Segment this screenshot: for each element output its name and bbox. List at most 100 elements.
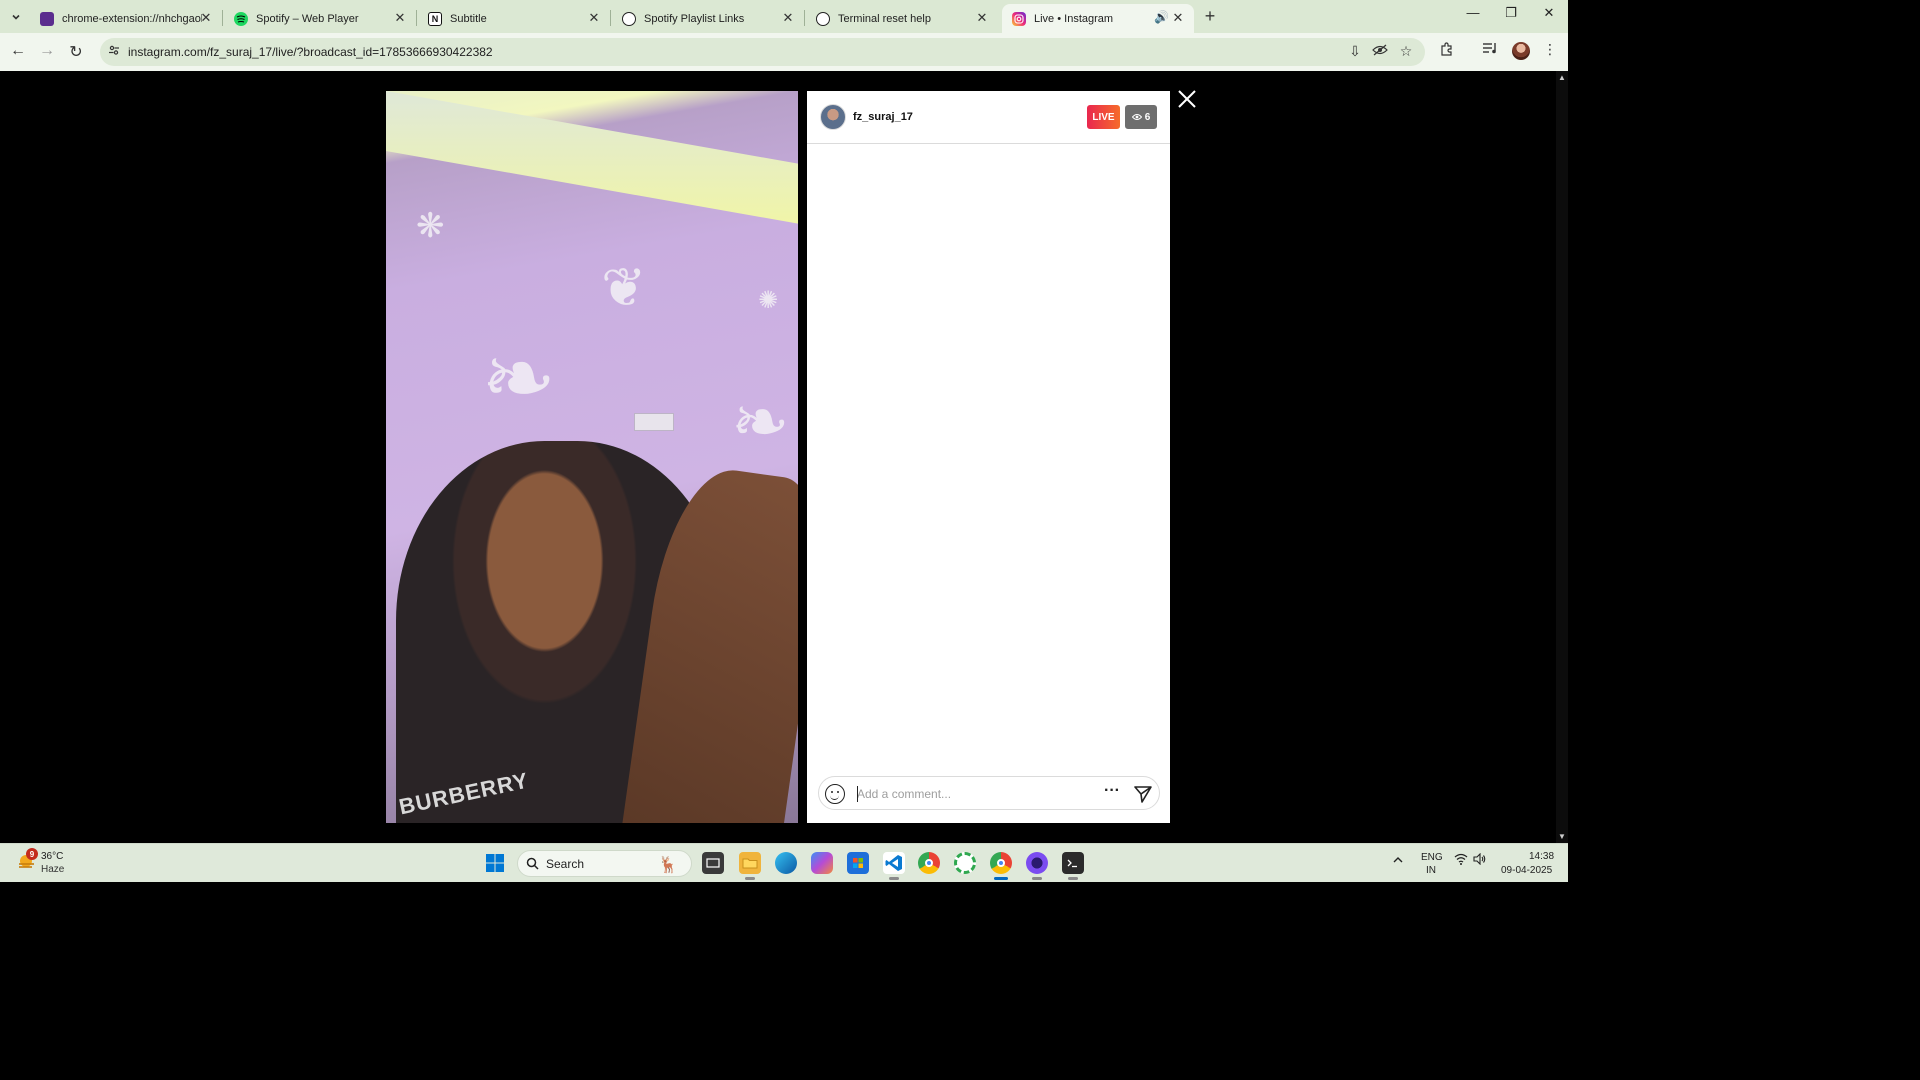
tab-strip: chrome-extension://nhchgaollc ✕ Spotify … xyxy=(0,0,1568,33)
chatgpt-icon xyxy=(816,11,830,26)
browser-toolbar: ← → ↻ instagram.com/fz_suraj_17/live/?br… xyxy=(0,33,1568,71)
task-view-icon[interactable] xyxy=(702,852,724,874)
search-highlight-icon: 🦌 xyxy=(658,857,678,874)
spotify-icon xyxy=(234,11,248,26)
scroll-down-icon[interactable]: ▼ xyxy=(1558,832,1566,841)
weather-notification-badge: 9 xyxy=(26,848,38,860)
tab-title: Spotify – Web Player xyxy=(256,12,359,25)
media-controls-icon[interactable] xyxy=(1480,41,1500,58)
tab-close-icon[interactable]: ✕ xyxy=(1170,10,1186,26)
chrome-icon[interactable] xyxy=(918,852,940,874)
tab-spotify-playlist-links[interactable]: Spotify Playlist Links ✕ xyxy=(612,4,804,33)
site-settings-icon[interactable] xyxy=(106,44,122,60)
taskbar-search[interactable]: Search 🦌 xyxy=(517,850,692,877)
tab-separator xyxy=(804,10,805,26)
reload-button[interactable]: ↻ xyxy=(66,42,86,62)
tab-close-icon[interactable]: ✕ xyxy=(780,10,796,26)
tab-close-icon[interactable]: ✕ xyxy=(974,10,990,26)
close-live-icon[interactable] xyxy=(1176,88,1198,110)
wall-peacock-icon: ❧ xyxy=(731,383,790,461)
edge-icon[interactable] xyxy=(775,852,797,874)
windows-start-icon[interactable] xyxy=(484,852,506,874)
running-indicator xyxy=(1032,877,1042,880)
tab-title: Subtitle xyxy=(450,12,487,25)
wall-ornament-icon: ❦ xyxy=(601,258,647,318)
minimize-icon[interactable]: — xyxy=(1458,5,1488,20)
notion-icon: N xyxy=(428,11,442,26)
tab-title: Live • Instagram xyxy=(1034,12,1114,25)
send-icon[interactable] xyxy=(1133,784,1153,804)
file-explorer-icon[interactable] xyxy=(739,852,761,874)
live-video[interactable]: ❋ ❦ ✺ ❧ ❧ ❦ BURBERRY xyxy=(386,91,798,823)
instagram-icon xyxy=(1012,11,1026,26)
comment-input[interactable] xyxy=(857,785,1077,803)
tab-title: Terminal reset help xyxy=(838,12,931,25)
vscode-icon[interactable] xyxy=(883,852,905,874)
text-caret xyxy=(857,786,858,802)
live-header: fz_suraj_17 LIVE 6 xyxy=(807,91,1170,144)
install-app-icon[interactable]: ⇩ xyxy=(1345,43,1365,60)
tab-spotify[interactable]: Spotify – Web Player ✕ xyxy=(224,4,416,33)
tab-close-icon[interactable]: ✕ xyxy=(586,10,602,26)
tab-title: Spotify Playlist Links xyxy=(644,12,745,25)
tab-extension[interactable]: chrome-extension://nhchgaollc ✕ xyxy=(30,4,222,33)
weather-condition: Haze xyxy=(41,864,65,875)
url-text[interactable]: instagram.com/fz_suraj_17/live/?broadcas… xyxy=(128,45,493,59)
forward-button[interactable]: → xyxy=(37,42,57,60)
bookmark-star-icon[interactable]: ☆ xyxy=(1396,43,1416,60)
windows-taskbar: 9 36°C Haze Search 🦌 ENG IN 14:38 09-04-… xyxy=(0,843,1568,882)
eye-icon xyxy=(1131,114,1142,120)
search-icon xyxy=(526,857,539,873)
active-app-indicator xyxy=(994,877,1008,880)
chrome-profile-icon[interactable] xyxy=(990,852,1012,874)
scroll-up-icon[interactable]: ▲ xyxy=(1558,73,1566,82)
loading-app-icon[interactable] xyxy=(954,852,976,874)
running-indicator xyxy=(889,877,899,880)
tab-separator xyxy=(416,10,417,26)
volume-icon[interactable] xyxy=(1473,852,1487,868)
broadcaster-username[interactable]: fz_suraj_17 xyxy=(853,111,913,123)
wall-ornament-icon: ✺ xyxy=(758,287,779,314)
live-side-panel: fz_suraj_17 LIVE 6 ··· xyxy=(807,91,1170,823)
tab-terminal-reset-help[interactable]: Terminal reset help ✕ xyxy=(806,4,998,33)
address-bar[interactable]: instagram.com/fz_suraj_17/live/?broadcas… xyxy=(100,38,1425,66)
copilot-icon[interactable] xyxy=(811,852,833,874)
language-indicator[interactable]: ENG xyxy=(1421,852,1443,863)
more-options-icon[interactable]: ··· xyxy=(1104,782,1120,800)
weather-temperature: 36°C xyxy=(41,851,64,862)
comment-box: ··· xyxy=(818,776,1160,810)
tracking-protection-eye-icon[interactable] xyxy=(1370,43,1390,59)
tab-search-chevron-icon[interactable] xyxy=(6,7,26,27)
profile-avatar[interactable] xyxy=(1512,42,1530,60)
terminal-icon[interactable] xyxy=(1062,852,1084,874)
viewer-count: 6 xyxy=(1144,111,1151,123)
extensions-puzzle-icon[interactable] xyxy=(1437,41,1457,60)
video-ceiling xyxy=(386,91,798,224)
emoji-icon[interactable] xyxy=(825,784,845,804)
tray-overflow-chevron-icon[interactable] xyxy=(1393,853,1403,867)
tab-title: chrome-extension://nhchgaollc xyxy=(62,12,202,25)
microsoft-store-icon[interactable] xyxy=(847,852,869,874)
clock-time[interactable]: 14:38 xyxy=(1529,851,1554,862)
running-indicator xyxy=(1068,877,1078,880)
language-region[interactable]: IN xyxy=(1426,865,1436,876)
extension-favicon-icon xyxy=(40,11,54,26)
browser-menu-icon[interactable]: ⋮ xyxy=(1540,41,1560,58)
media-app-icon[interactable] xyxy=(1026,852,1048,874)
wall-ornament-icon: ❋ xyxy=(416,207,445,245)
broadcaster-avatar[interactable] xyxy=(820,104,846,130)
restore-icon[interactable]: ❐ xyxy=(1496,5,1526,21)
tab-subtitle[interactable]: N Subtitle ✕ xyxy=(418,4,610,33)
back-button[interactable]: ← xyxy=(8,42,28,60)
wifi-icon[interactable] xyxy=(1454,853,1468,868)
clock-date[interactable]: 09-04-2025 xyxy=(1501,865,1552,876)
live-badge: LIVE xyxy=(1087,105,1120,129)
chatgpt-icon xyxy=(622,11,636,26)
tab-live-instagram[interactable]: Live • Instagram 🔊 ✕ xyxy=(1002,4,1194,33)
page-scrollbar[interactable]: ▲ ▼ xyxy=(1556,71,1568,843)
audio-playing-icon[interactable]: 🔊 xyxy=(1154,10,1169,24)
window-close-icon[interactable]: ✕ xyxy=(1534,5,1564,21)
new-tab-button[interactable]: + xyxy=(1200,6,1220,27)
tab-close-icon[interactable]: ✕ xyxy=(392,10,408,26)
tab-close-icon[interactable]: ✕ xyxy=(198,10,214,26)
